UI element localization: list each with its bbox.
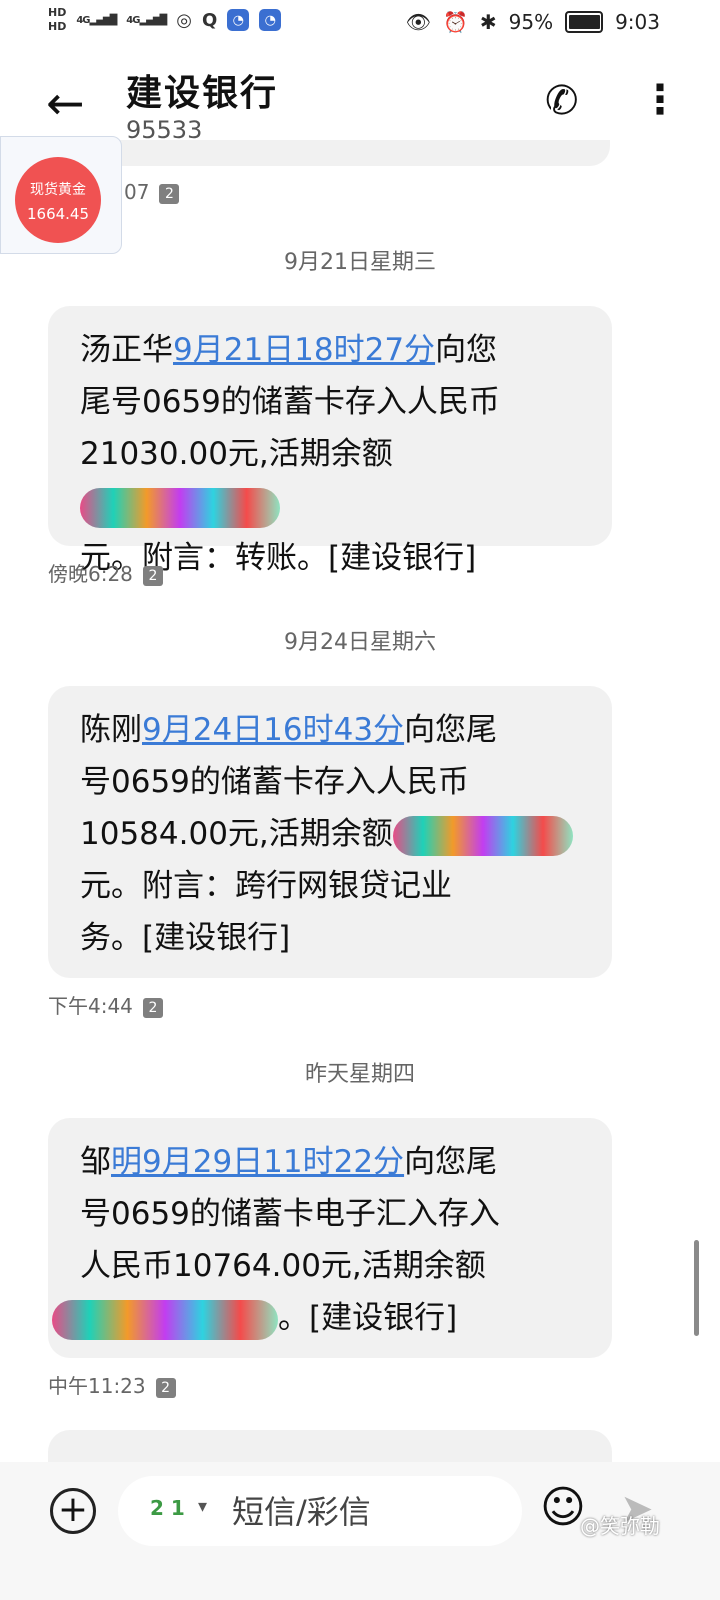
status-right: 👁 ⏰ ✱ 95% 9:03	[406, 10, 660, 34]
gold-price-widget[interactable]: 现货黄金 1664.45	[0, 136, 122, 254]
bluetooth-icon: ✱	[479, 10, 497, 34]
sender-name: 陈刚	[80, 712, 142, 748]
message-line: 陈刚9月24日16时43分向您尾	[80, 704, 592, 756]
message-line: 人民币10764.00元,活期余额	[80, 1248, 486, 1284]
sim-badge: 2	[159, 183, 180, 204]
signal-icon-2: 4G▂▄▆█	[126, 14, 167, 26]
clock: 9:03	[615, 10, 660, 34]
message-text: 21030.00元,活期余额	[80, 436, 393, 472]
message-timestamp: 下午4:44 2	[48, 990, 163, 1019]
message-line: 邹明9月29日11时22分向您尾	[80, 1136, 592, 1188]
hd-label-2: HD	[48, 20, 67, 33]
message-text: 向您尾	[404, 712, 498, 748]
sim-badge: 2	[142, 565, 163, 586]
sender-name: 汤正华	[80, 332, 173, 368]
app-notification-icon: ◔	[227, 9, 250, 31]
q-app-icon: Q	[201, 9, 218, 31]
signal-label-2: 4G	[126, 14, 140, 26]
gold-title: 现货黄金	[30, 182, 86, 198]
sim-badge: 2	[155, 1377, 176, 1398]
phone-icon[interactable]: ✆	[545, 78, 579, 124]
timestamp-text: 中午11:23	[48, 1374, 146, 1398]
hd-indicator: HD HD	[48, 6, 66, 34]
date-separator: 昨天星期四	[304, 1062, 415, 1087]
date-separator: 9月24日星期六	[284, 630, 436, 655]
redacted-balance	[80, 487, 280, 528]
message-line: 21030.00元,活期余额	[80, 428, 592, 532]
watermark: @笑弥勒	[580, 1514, 660, 1538]
message-bubble[interactable]: 陈刚9月24日16时43分向您尾 号0659的储蓄卡存入人民币 10584.00…	[48, 686, 612, 978]
previous-message-bubble[interactable]	[40, 140, 610, 166]
composer-input-container[interactable]: 2 1 ▾	[118, 1476, 522, 1546]
timestamp-text: 下午4:44	[48, 994, 133, 1018]
message-timestamp: 中午11:23 2	[48, 1370, 176, 1399]
message-text: 向您	[435, 332, 498, 368]
message-line: 汤正华9月21日18时27分向您	[80, 324, 592, 376]
contact-name: 建设银行	[126, 73, 279, 114]
message-text: 向您尾	[404, 1144, 498, 1180]
message-line: 号0659的储蓄卡存入人民币	[80, 764, 469, 800]
message-line: 。[建设银行]	[52, 1292, 592, 1344]
message-line: 元。附言：跨行网银贷记业	[80, 868, 452, 904]
emoji-icon[interactable]: ☺	[540, 1482, 586, 1533]
date-link[interactable]: 9月21日18时27分	[173, 332, 435, 368]
status-left: HD HD 4G▂▄▆█ 4G▂▄▆█ ◎ Q ◔ ◔	[48, 6, 282, 34]
message-input[interactable]	[230, 1486, 504, 1538]
battery-icon	[565, 11, 604, 33]
back-arrow-icon[interactable]: ←	[46, 80, 85, 126]
message-bubble[interactable]: 汤正华9月21日18时27分向您 尾号0659的储蓄卡存入人民币 21030.0…	[48, 306, 612, 576]
chevron-down-icon[interactable]: ▾	[198, 1496, 207, 1517]
hotspot-icon: ◎	[176, 9, 192, 31]
hd-label-1: HD	[48, 6, 67, 19]
sim-select[interactable]: 2 1	[150, 1496, 185, 1520]
signal-label-1: 4G	[76, 14, 90, 26]
battery-percent: 95%	[508, 10, 554, 34]
redacted-balance	[52, 1299, 278, 1340]
message-line: 10584.00元,活期余额	[80, 808, 592, 860]
alarm-icon: ⏰	[442, 10, 468, 34]
message-text: 10584.00元,活期余额	[80, 816, 393, 852]
scrollbar[interactable]	[694, 1240, 699, 1336]
sender-name: 邹	[80, 1144, 111, 1180]
add-attachment-button[interactable]: +	[50, 1488, 96, 1534]
date-link[interactable]: 9月24日16时43分	[142, 712, 404, 748]
composer-bar: + 2 1 ▾ ☺ ➤ @笑弥勒	[0, 1462, 720, 1600]
message-line: 务。[建设银行]	[80, 920, 291, 956]
timestamp-text: 傍晚6:28	[48, 562, 133, 586]
sim-badge: 2	[142, 997, 163, 1018]
redacted-balance	[392, 815, 573, 856]
app-notification-icon-2: ◔	[259, 9, 282, 31]
more-options-icon[interactable]: ⋮	[640, 80, 680, 120]
message-timestamp: 傍晚6:28 2	[48, 558, 163, 587]
message-timestamp: 07 2	[124, 180, 180, 204]
signal-icon-1: 4G▂▄▆█	[76, 14, 117, 26]
gold-price: 1664.45	[26, 205, 90, 223]
eye-icon: 👁	[405, 10, 431, 34]
gold-price-circle[interactable]: 现货黄金 1664.45	[15, 157, 101, 243]
message-bubble[interactable]: 邹明9月29日11时22分向您尾 号0659的储蓄卡电子汇入存入 人民币1076…	[48, 1118, 612, 1358]
timestamp-text: 07	[124, 180, 150, 204]
message-line: 尾号0659的储蓄卡存入人民币	[80, 384, 500, 420]
message-text: 。[建设银行]	[278, 1300, 458, 1336]
date-link[interactable]: 明9月29日11时22分	[111, 1144, 404, 1180]
date-separator: 9月21日星期三	[284, 250, 436, 275]
status-bar: HD HD 4G▂▄▆█ 4G▂▄▆█ ◎ Q ◔ ◔ 👁 ⏰ ✱ 95% 9:…	[0, 0, 720, 48]
message-line: 号0659的储蓄卡电子汇入存入	[80, 1196, 500, 1232]
